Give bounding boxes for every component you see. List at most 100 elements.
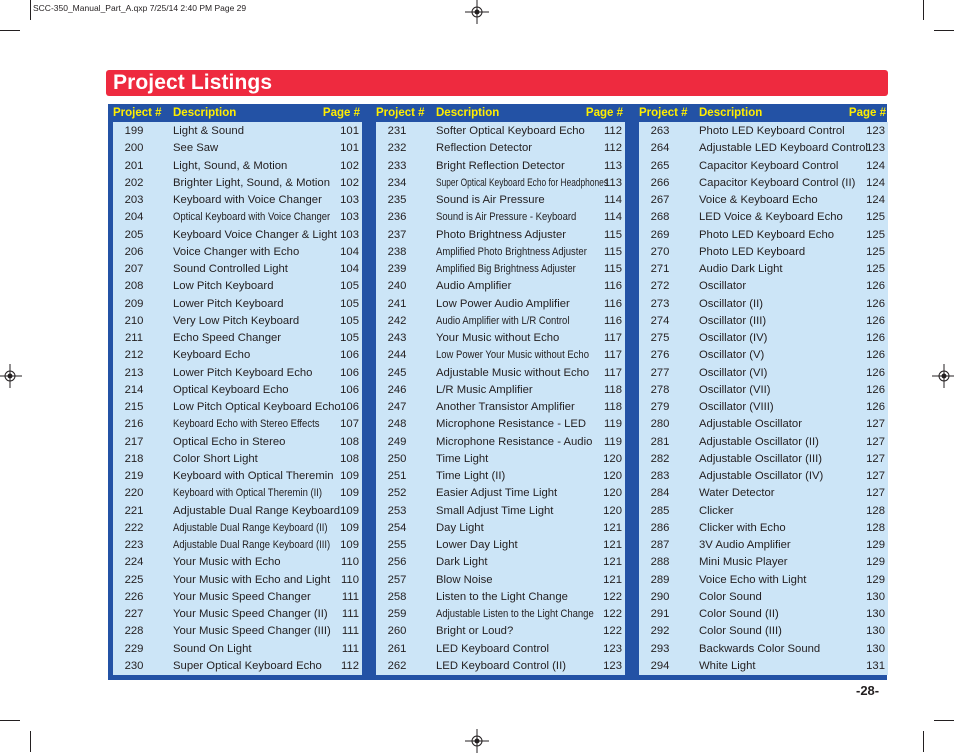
page-reference: 105 [340,314,359,327]
project-number: 256 [387,556,407,569]
page-reference: 124 [866,159,885,172]
project-description: Adjustable Dual Range Keyboard (III) [173,539,331,551]
page-reference: 111 [341,590,359,603]
project-number: 241 [387,297,407,310]
project-description: Capacitor Keyboard Control (II) [699,176,856,189]
page-reference: 109 [340,470,359,482]
project-description: Audio Dark Light [699,263,783,275]
page-reference: 126 [866,332,885,344]
table-row: 269 Photo LED Keyboard Echo 125 [639,227,888,244]
page-reference: 109 [340,539,359,551]
table-row: 283 Adjustable Oscillator (IV) 127 [639,468,888,485]
table-row: 271 Audio Dark Light 125 [639,261,888,278]
table-row: 250 Time Light 120 [376,451,625,468]
crop-mark-top-left-h [0,30,20,31]
table-row: 285 Clicker 128 [639,503,888,520]
registration-mark-bottom-icon [465,729,489,753]
project-description: Color Sound [699,590,762,603]
page-reference: 105 [340,280,359,293]
project-number: 285 [650,504,670,517]
project-description: Day Light [436,521,484,534]
table-row: 226 Your Music Speed Changer 111 [113,589,362,606]
project-number: 231 [387,125,407,137]
project-number: 279 [650,401,670,413]
project-description: Dark Light [436,556,488,569]
page-reference: 115 [603,245,622,258]
project-number: 216 [124,418,144,431]
page-reference: 122 [603,590,622,603]
project-number: 243 [387,332,407,344]
page-reference: 110 [340,556,359,569]
table-row: 212 Keyboard Echo 106 [113,347,362,364]
project-number: 270 [650,245,670,258]
project-description: Amplified Big Brightness Adjuster [436,263,576,275]
page-reference: 113 [603,176,622,189]
crop-mark-top-right-v [923,0,924,20]
page-reference: 125 [866,263,885,275]
project-description: Sound is Air Pressure - Keyboard [436,211,577,224]
table-row: 220 Keyboard with Optical Theremin (II) 10… [113,485,362,502]
project-description: Your Music Speed Changer (II) [173,608,328,620]
table-row: 199 Light & Sound 101 [113,123,362,140]
page-reference: 127 [866,487,885,500]
page-reference: 120 [603,487,622,500]
page-reference: 120 [603,452,622,465]
page-reference: 129 [866,539,885,551]
table-row: 249 Microphone Resistance - Audio 119 [376,434,625,451]
table-row: 240 Audio Amplifier 116 [376,278,625,295]
page-reference: 131 [866,659,885,672]
project-number: 240 [387,280,407,293]
project-description: Voice Echo with Light [699,573,807,586]
page-reference: 126 [866,383,885,396]
table-row: 208 Low Pitch Keyboard 105 [113,278,362,295]
project-number: 208 [124,280,144,293]
project-description: Photo Brightness Adjuster [436,228,566,241]
project-description: Adjustable Music without Echo [436,366,590,379]
page-reference: 103 [340,228,359,241]
table-row: 290 Color Sound 130 [639,589,888,606]
project-number: 257 [387,573,407,586]
project-description: Keyboard Echo [173,349,251,362]
page-reference: 114 [603,194,622,206]
column-body: 263 Photo LED Keyboard Control 123 264 Adjus… [639,122,888,675]
project-number: 245 [387,366,407,379]
project-number: 238 [387,245,407,258]
registration-mark-left-icon [0,364,22,388]
project-description: Super Optical Keyboard Echo [173,659,322,672]
crop-mark-bottom-right-h [934,720,954,721]
header-page-number: Page # [848,107,886,119]
table-row: 201 Light, Sound, & Motion 102 [113,158,362,175]
project-description: Mini Music Player [699,556,788,569]
table-row: 217 Optical Echo in Stereo 108 [113,434,362,451]
page-reference: 128 [866,521,885,534]
table-row: 289 Voice Echo with Light 129 [639,572,888,589]
table-row: 204 Optical Keyboard with Voice Changer 10… [113,209,362,226]
project-description: Adjustable Listen to the Light Change [436,608,594,620]
project-number: 203 [124,194,144,206]
column-body: 231 Softer Optical Keyboard Echo 112 232 Ref… [376,122,625,675]
project-description: Oscillator (VIII) [699,401,774,413]
project-number: 286 [650,521,670,534]
project-number: 293 [650,642,670,655]
page-reference: 106 [340,349,359,362]
project-number: 204 [124,211,144,224]
project-description: Photo LED Keyboard Control [699,125,845,137]
table-row: 279 Oscillator (VIII) 126 [639,399,888,416]
project-number: 207 [124,263,144,275]
table-row: 287 3V Audio Amplifier 129 [639,537,888,554]
page-reference: 118 [603,383,622,396]
project-description: Oscillator (VI) [699,366,768,379]
page-reference: 118 [603,401,622,413]
project-description: Reflection Detector [436,142,533,155]
page-reference: 116 [603,280,622,293]
project-number: 239 [387,263,407,275]
project-description: Color Short Light [173,452,258,465]
crop-mark-top-left-v [30,0,31,20]
project-description: Keyboard with Optical Theremin [173,470,334,482]
project-description: Color Sound (II) [699,608,779,620]
table-row: 224 Your Music with Echo 110 [113,554,362,571]
project-description: Your Music with Echo [173,556,281,569]
project-description: Blow Noise [436,573,493,586]
table-row: 262 LED Keyboard Control (II) 123 [376,658,625,675]
project-description: Small Adjust Time Light [436,504,554,517]
